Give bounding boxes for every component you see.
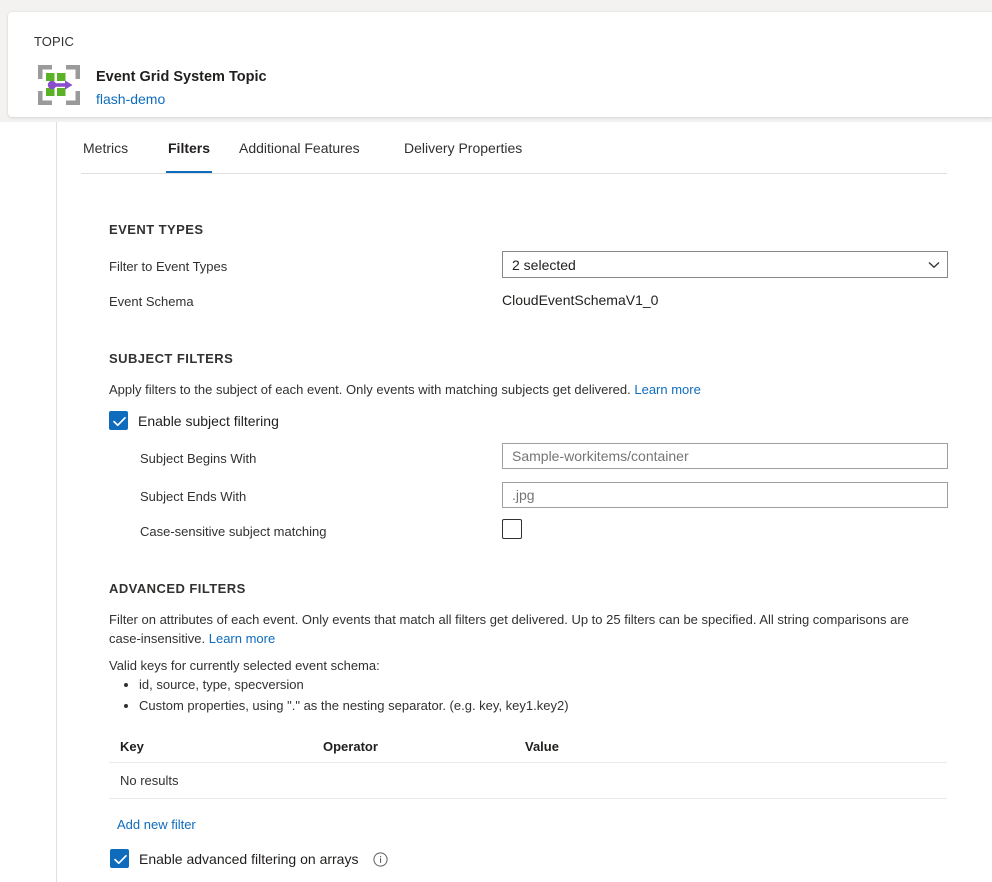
- topic-header-card: TOPIC Event Grid System Topic flash-demo: [8, 12, 992, 117]
- subject-ends-with-input[interactable]: [502, 482, 948, 508]
- tab-metrics[interactable]: Metrics: [81, 140, 130, 173]
- topic-kicker: TOPIC: [34, 34, 74, 49]
- filter-event-types-value: 2 selected: [503, 257, 921, 273]
- advanced-filters-table: Key Operator Value No results: [109, 733, 947, 799]
- subject-filters-description-text: Apply filters to the subject of each eve…: [109, 382, 631, 397]
- enable-subject-filtering-checkbox[interactable]: [109, 411, 128, 430]
- advanced-filters-heading: ADVANCED FILTERS: [109, 581, 246, 596]
- chevron-down-icon: [921, 261, 947, 269]
- page-root: TOPIC Event Grid System Topic flash-demo: [0, 0, 992, 882]
- table-header-row: Key Operator Value: [109, 733, 947, 763]
- event-grid-topic-icon: [34, 62, 84, 108]
- subject-filters-learn-more-link[interactable]: Learn more: [634, 382, 700, 397]
- subject-begins-with-input[interactable]: [502, 443, 948, 469]
- tab-delivery-properties[interactable]: Delivery Properties: [402, 140, 524, 173]
- event-types-heading: EVENT TYPES: [109, 222, 204, 237]
- advanced-filters-description: Filter on attributes of each event. Only…: [109, 610, 943, 648]
- table-row: No results: [109, 763, 947, 799]
- advanced-filters-learn-more-link[interactable]: Learn more: [209, 631, 275, 646]
- add-new-filter-link[interactable]: Add new filter: [117, 817, 196, 832]
- subject-filters-heading: SUBJECT FILTERS: [109, 351, 233, 366]
- left-rail-spacer: [0, 122, 56, 882]
- filter-event-types-label: Filter to Event Types: [109, 259, 227, 274]
- page-title: Event Grid System Topic: [96, 69, 267, 85]
- enable-subject-filtering-label: Enable subject filtering: [138, 413, 279, 429]
- column-header-operator: Operator: [323, 739, 378, 754]
- event-schema-value: CloudEventSchemaV1_0: [502, 292, 658, 308]
- valid-keys-intro: Valid keys for currently selected event …: [109, 658, 380, 673]
- table-empty-text: No results: [120, 773, 179, 788]
- tab-filters[interactable]: Filters: [166, 140, 212, 173]
- topic-resource-link[interactable]: flash-demo: [96, 91, 165, 107]
- filter-event-types-dropdown[interactable]: 2 selected: [502, 251, 948, 278]
- tab-bar: Metrics Filters Additional Features Deli…: [81, 140, 947, 174]
- tab-additional-features[interactable]: Additional Features: [237, 140, 362, 173]
- column-header-value: Value: [525, 739, 559, 754]
- subject-ends-with-label: Subject Ends With: [140, 489, 246, 504]
- valid-keys-list: id, source, type, specversion Custom pro…: [117, 674, 569, 716]
- info-icon[interactable]: [373, 852, 388, 867]
- case-sensitive-matching-checkbox[interactable]: [502, 519, 522, 539]
- case-sensitive-matching-label: Case-sensitive subject matching: [140, 524, 326, 539]
- enable-array-filtering-checkbox[interactable]: [110, 849, 129, 868]
- subject-begins-with-label: Subject Begins With: [140, 451, 256, 466]
- enable-array-filtering-label: Enable advanced filtering on arrays: [139, 851, 358, 867]
- list-item: id, source, type, specversion: [139, 674, 569, 695]
- subject-filters-description: Apply filters to the subject of each eve…: [109, 380, 939, 399]
- column-header-key: Key: [120, 739, 144, 754]
- event-schema-label: Event Schema: [109, 294, 194, 309]
- list-item: Custom properties, using "." as the nest…: [139, 695, 569, 716]
